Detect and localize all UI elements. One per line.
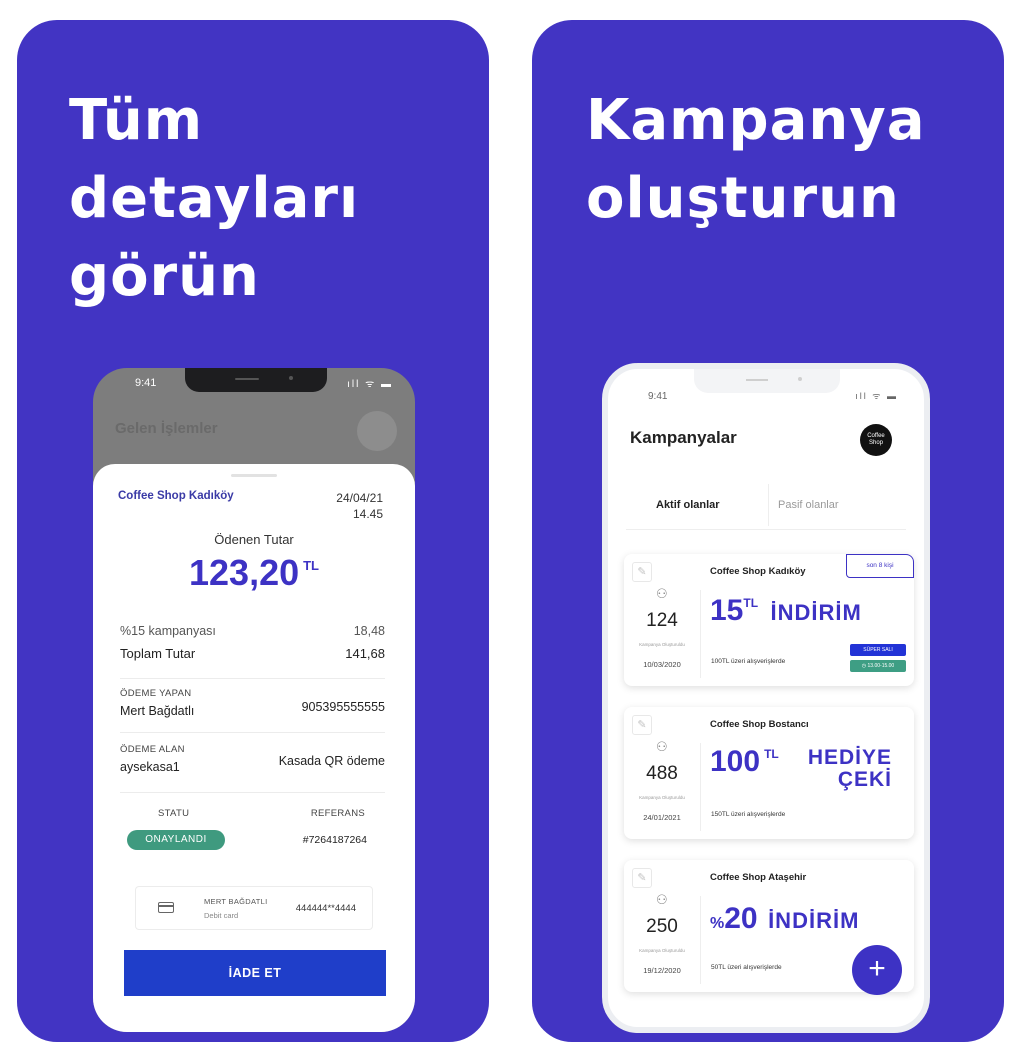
tab-passive-campaigns[interactable]: Pasif olanlar [778, 499, 839, 511]
divider [626, 529, 906, 530]
campaign-shop: Coffee Shop Bostancı [710, 719, 809, 730]
tab-active-campaigns[interactable]: Aktif olanlar [656, 499, 720, 511]
sheet-grabber[interactable] [231, 474, 277, 477]
background-page-title: Gelen İşlemler [115, 420, 218, 437]
card-number: 444444**4444 [295, 903, 356, 914]
promo-panel-details: Tüm detayları görün 9:41 ıll ᯤ ▬ Gelen İ… [17, 20, 489, 1042]
card-holder: MERT BAĞDATLI [204, 897, 268, 906]
transaction-detail-sheet: Coffee Shop Kadıköy 24/04/21 14.45 Ödene… [93, 464, 415, 1032]
campaign-card[interactable]: ✎ ⚇ 124 Kampanya Oluşturuldu 10/03/2020 … [624, 554, 914, 686]
signal-icon: ıll ᯤ ▬ [855, 391, 898, 401]
status-badge: ONAYLANDI [127, 830, 225, 850]
campaign-condition: 100TL üzeri alışverişlerde [711, 658, 786, 665]
divider [120, 792, 385, 793]
currency-label: TL [303, 558, 319, 573]
divider [700, 896, 701, 984]
campaign-count-label: Kampanya Oluşturuldu [639, 795, 685, 800]
campaign-offer: %20 İNDİRİM [710, 902, 860, 935]
status-time: 9:41 [135, 377, 157, 389]
edit-icon[interactable]: ✎ [632, 868, 652, 888]
promo-panel-campaigns: Kampanya oluşturun 9:41 ıll ᯤ ▬ Kampanya… [532, 20, 1004, 1042]
campaign-count: 124 [646, 610, 678, 631]
campaign-count: 488 [646, 763, 678, 784]
users-icon: ⚇ [656, 739, 668, 754]
campaign-count: 250 [646, 916, 678, 937]
campaign-date: 24/01/2021 [643, 813, 681, 822]
signal-icon: ıll ᯤ ▬ [347, 379, 393, 390]
refund-button[interactable]: İADE ET [124, 950, 386, 996]
phone-notch [185, 368, 327, 392]
campaign-condition: 50TL üzeri alışverişlerde [711, 964, 782, 971]
campaign-offer: 100 TL [710, 745, 779, 778]
divider [120, 678, 385, 679]
campaign-offer: 15TL İNDİRİM [710, 594, 862, 627]
paid-amount-label: Ödenen Tutar [214, 532, 294, 547]
shop-name: Coffee Shop Kadıköy [118, 490, 234, 502]
edit-icon[interactable]: ✎ [632, 562, 652, 582]
tab-separator [768, 484, 769, 526]
phone-notch [694, 369, 840, 393]
credit-card-icon [158, 902, 174, 913]
promo-headline: Kampanya oluşturun [586, 88, 926, 231]
campaign-date: 10/03/2020 [643, 660, 681, 669]
campaign-day-tag: SÜPER SALI [850, 644, 906, 656]
divider [700, 743, 701, 831]
users-icon: ⚇ [656, 892, 668, 907]
avatar [357, 411, 397, 451]
page-title: Kampanyalar [630, 428, 737, 447]
divider [120, 732, 385, 733]
campaign-shop: Coffee Shop Kadıköy [710, 566, 806, 577]
card-type: Debit card [204, 911, 239, 920]
campaign-count-label: Kampanya Oluşturuldu [639, 642, 685, 647]
phone-mockup-transaction: 9:41 ıll ᯤ ▬ Gelen İşlemler Coffee Shop … [93, 368, 415, 1032]
add-campaign-button[interactable]: + [852, 945, 902, 995]
campaign-date: 19/12/2020 [643, 966, 681, 975]
campaign-shop: Coffee Shop Ataşehir [710, 872, 807, 883]
payment-card: MERT BAĞDATLI Debit card 444444**4444 [135, 886, 373, 930]
divider [700, 590, 701, 678]
status-bar: 9:41 ıll ᯤ ▬ [93, 368, 415, 396]
campaign-time-tag: ◷ 13.00-15.00 [850, 660, 906, 672]
paid-amount: 123,20 TL [189, 552, 319, 593]
campaign-limit-tag: son 8 kişi [846, 554, 914, 578]
campaign-count-label: Kampanya Oluşturuldu [639, 948, 685, 953]
campaign-offer-text: HEDİYE ÇEKİ [807, 746, 892, 791]
campaign-condition: 150TL üzeri alışverişlerde [711, 811, 786, 818]
users-icon: ⚇ [656, 586, 668, 601]
campaign-card[interactable]: ✎ ⚇ 488 Kampanya Oluşturuldu 24/01/2021 … [624, 707, 914, 839]
status-time: 9:41 [648, 391, 668, 402]
edit-icon[interactable]: ✎ [632, 715, 652, 735]
transaction-datetime: 24/04/21 14.45 [336, 491, 383, 521]
phone-mockup-campaigns: 9:41 ıll ᯤ ▬ Kampanyalar Coffee Shop Akt… [602, 363, 930, 1033]
reference-value: #7264187264 [302, 834, 367, 846]
shop-logo[interactable]: Coffee Shop [860, 424, 892, 456]
promo-headline: Tüm detayları görün [69, 88, 360, 309]
